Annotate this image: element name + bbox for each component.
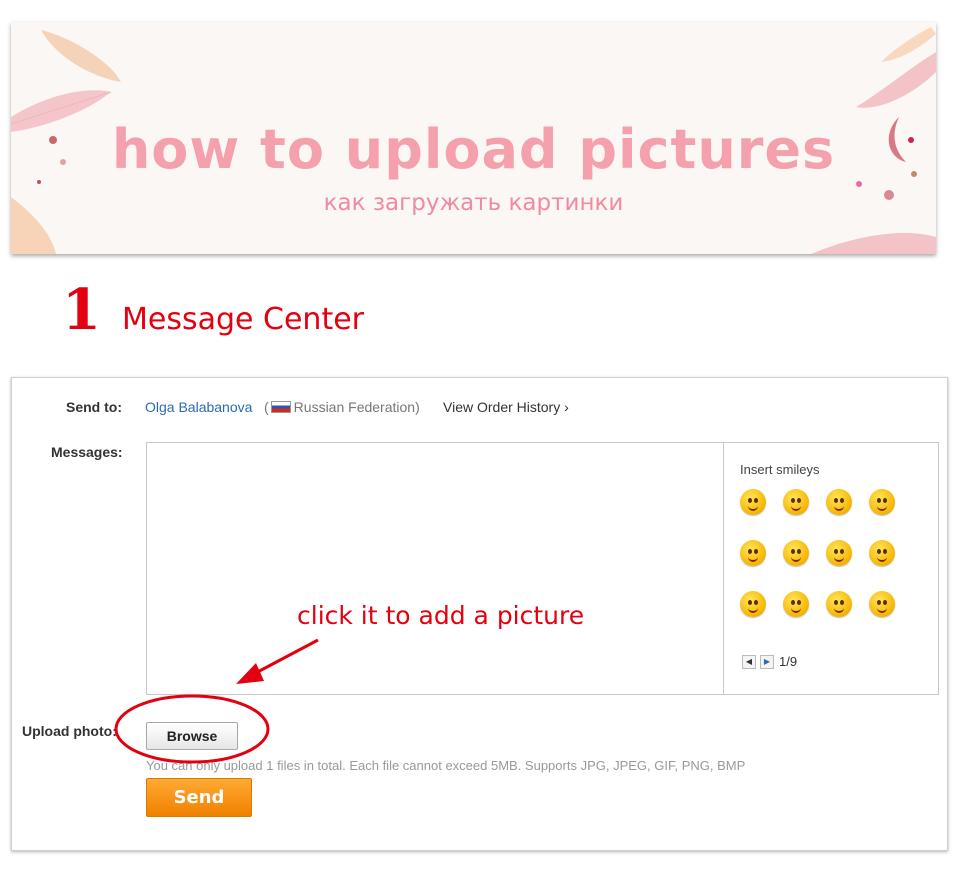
smiley-icon[interactable] — [740, 540, 766, 566]
previous-page-icon[interactable]: ◀ — [742, 655, 756, 669]
smiley-icon[interactable] — [783, 489, 809, 515]
messages-label: Messages: — [51, 444, 123, 460]
smiley-icon[interactable] — [783, 540, 809, 566]
smiley-icon[interactable] — [740, 489, 766, 515]
annotation-text: click it to add a picture — [297, 601, 585, 630]
message-textarea[interactable] — [146, 442, 725, 695]
send-to-label: Send to: — [66, 399, 122, 415]
banner: how to upload pictures как загружать кар… — [11, 22, 936, 254]
smiley-icon[interactable] — [826, 591, 852, 617]
step-title: Message Center — [122, 302, 364, 337]
smiley-icon[interactable] — [826, 489, 852, 515]
smiley-icon[interactable] — [869, 540, 895, 566]
smiley-panel-title: Insert smileys — [740, 462, 820, 477]
country-open-paren: ( — [264, 399, 269, 415]
upload-photo-label: Upload photo: — [22, 723, 117, 739]
recipient-country: ( Russian Federation) — [264, 399, 420, 415]
russia-flag-icon — [270, 401, 291, 413]
step-number: 1 — [62, 277, 101, 343]
smiley-icon[interactable] — [869, 591, 895, 617]
smiley-panel: Insert smileys ◀ ▶ 1/9 — [723, 442, 939, 695]
next-page-icon[interactable]: ▶ — [760, 655, 774, 669]
send-button[interactable]: Send — [146, 778, 252, 817]
browse-button[interactable]: Browse — [146, 722, 238, 750]
view-order-history-link[interactable]: View Order History › — [443, 399, 569, 415]
upload-note: You can only upload 1 files in total. Ea… — [146, 758, 746, 773]
banner-title: how to upload pictures — [111, 118, 836, 181]
banner-subtitle: как загружать картинки — [323, 190, 624, 216]
country-name: Russian Federation) — [293, 399, 420, 415]
smiley-icon[interactable] — [869, 489, 895, 515]
smiley-page-indicator: 1/9 — [779, 654, 798, 669]
smiley-icon[interactable] — [740, 591, 766, 617]
smiley-icon[interactable] — [826, 540, 852, 566]
smiley-icon[interactable] — [783, 591, 809, 617]
recipient-name-link[interactable]: Olga Balabanova — [145, 399, 252, 415]
